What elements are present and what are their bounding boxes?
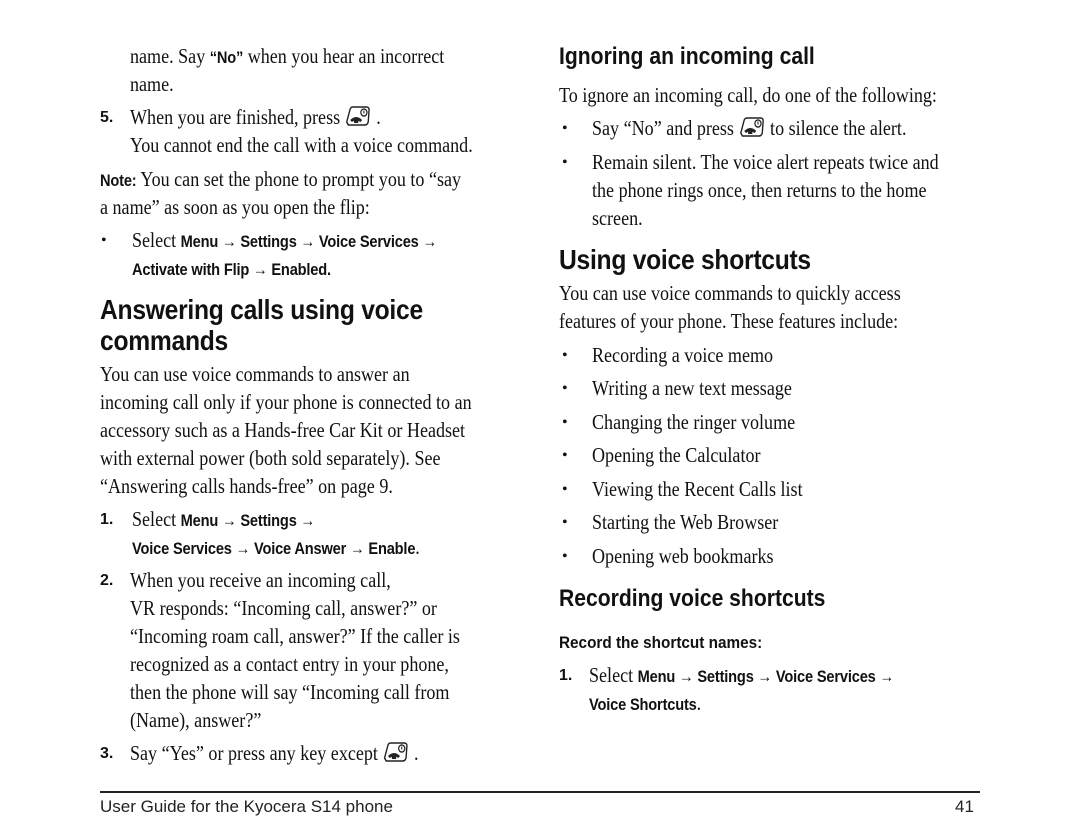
step-number: 1.: [100, 511, 114, 528]
continued-step-line2: name.: [130, 72, 174, 96]
ignoring-bullet-line: Remain silent. The voice alert repeats t…: [592, 150, 939, 174]
intro-line: accessory such as a Hands-free Car Kit o…: [100, 418, 466, 442]
step2-line: (Name), answer?”: [130, 708, 262, 732]
step-number: 5.: [100, 109, 114, 126]
note-line2: a name” as soon as you open the flip:: [100, 195, 370, 219]
note-bullet-line2: Activate with Flip → Enabled.: [132, 254, 331, 284]
bold-no: “No”: [209, 48, 244, 67]
continued-step-text: name. Say “No” when you hear an incorrec…: [130, 42, 444, 72]
feature-text: Viewing the Recent Calls list: [592, 477, 803, 501]
menu-path: Menu → Settings →: [180, 511, 316, 530]
recording-step1-line2: Voice Shortcuts.: [589, 689, 701, 719]
step2-line: then the phone will say “Incoming call f…: [130, 680, 450, 704]
text: .: [376, 105, 381, 129]
menu-path: Voice Shortcuts: [589, 695, 697, 714]
bullet: •: [562, 447, 568, 464]
step2-line: recognized as a contact entry in your ph…: [130, 652, 449, 676]
bullet: •: [562, 414, 568, 431]
footer-divider: [100, 791, 980, 793]
page-number: 41: [955, 797, 974, 816]
bullet: •: [562, 380, 568, 397]
intro-line: “Answering calls hands-free” on page 9.: [100, 474, 393, 498]
text: Select: [132, 507, 181, 531]
feature-text: Writing a new text message: [592, 376, 792, 400]
step-number: 3.: [100, 745, 114, 762]
menu-path: Voice Services → Voice Answer → Enable: [132, 539, 416, 558]
step1-line1: Select Menu → Settings →: [132, 505, 315, 535]
ignoring-bullet-line: the phone rings once, then returns to th…: [592, 178, 927, 202]
end-key-icon: [345, 105, 371, 127]
step2-line: VR responds: “Incoming call, answer?” or: [130, 596, 437, 620]
section-title-line2: commands: [100, 325, 228, 356]
step2-line: “Incoming roam call, answer?” If the cal…: [130, 624, 460, 648]
note-bullet-line1: Select Menu → Settings → Voice Services …: [132, 226, 437, 256]
step-number: 1.: [559, 667, 573, 684]
recording-subtitle: Record the shortcut names:: [559, 633, 763, 652]
text: Select: [132, 228, 181, 252]
step2-line: When you receive an incoming call,: [130, 568, 391, 592]
text: Select: [589, 663, 638, 687]
bullet: •: [562, 514, 568, 531]
text: when you hear an incorrect: [243, 44, 445, 68]
step5-text: When you are finished, press.: [130, 103, 381, 131]
section-title: Answering calls using voice: [100, 294, 423, 325]
text: .: [414, 741, 419, 765]
step-number: 2.: [100, 572, 114, 589]
feature-text: Starting the Web Browser: [592, 510, 779, 534]
note-label: Note:: [100, 171, 137, 190]
feature-text: Recording a voice memo: [592, 343, 774, 367]
intro-line: with external power (both sold separatel…: [100, 446, 441, 470]
end-key-icon: [739, 116, 765, 138]
menu-path: Menu → Settings → Voice Services →: [180, 232, 437, 251]
text: Say “Yes” or press any key except: [130, 741, 378, 765]
text: When you are finished, press: [130, 105, 341, 129]
text: .: [696, 691, 702, 715]
shortcuts-intro-line: You can use voice commands to quickly ac…: [559, 281, 901, 305]
ignoring-intro: To ignore an incoming call, do one of th…: [559, 83, 937, 107]
menu-path: Menu → Settings → Voice Services →: [637, 667, 894, 686]
ignoring-title: Ignoring an incoming call: [559, 43, 815, 70]
recording-step1-line1: Select Menu → Settings → Voice Services …: [589, 661, 894, 691]
ignoring-bullet: Say “No” and press to silence the alert.: [592, 114, 906, 142]
step3-text: Say “Yes” or press any key except.: [130, 739, 419, 767]
intro-line: You can use voice commands to answer an: [100, 362, 410, 386]
step1-line2: Voice Services → Voice Answer → Enable.: [132, 533, 420, 563]
menu-path: Activate with Flip → Enabled.: [132, 260, 331, 279]
bullet: •: [562, 120, 568, 137]
recording-title: Recording voice shortcuts: [559, 585, 826, 612]
intro-line: incoming call only if your phone is conn…: [100, 390, 472, 414]
end-key-icon: [383, 741, 409, 763]
text: You can set the phone to prompt you to “…: [136, 167, 462, 191]
feature-text: Opening web bookmarks: [592, 544, 774, 568]
text: Say “No” and press: [592, 116, 734, 140]
note-line1: Note: You can set the phone to prompt yo…: [100, 165, 461, 195]
feature-text: Changing the ringer volume: [592, 410, 796, 434]
shortcuts-intro-line: features of your phone. These features i…: [559, 309, 899, 333]
shortcuts-title: Using voice shortcuts: [559, 244, 811, 275]
bullet: •: [562, 548, 568, 565]
text: name. Say: [130, 44, 210, 68]
text: to silence the alert.: [770, 116, 907, 140]
ignoring-bullet-line: screen.: [592, 206, 643, 230]
text: .: [415, 535, 420, 559]
step5-line2: You cannot end the call with a voice com…: [130, 133, 473, 157]
bullet: •: [562, 481, 568, 498]
bullet: •: [101, 232, 107, 249]
bullet: •: [562, 347, 568, 364]
bullet: •: [562, 154, 568, 171]
feature-text: Opening the Calculator: [592, 443, 761, 467]
footer-title: User Guide for the Kyocera S14 phone: [100, 797, 393, 816]
